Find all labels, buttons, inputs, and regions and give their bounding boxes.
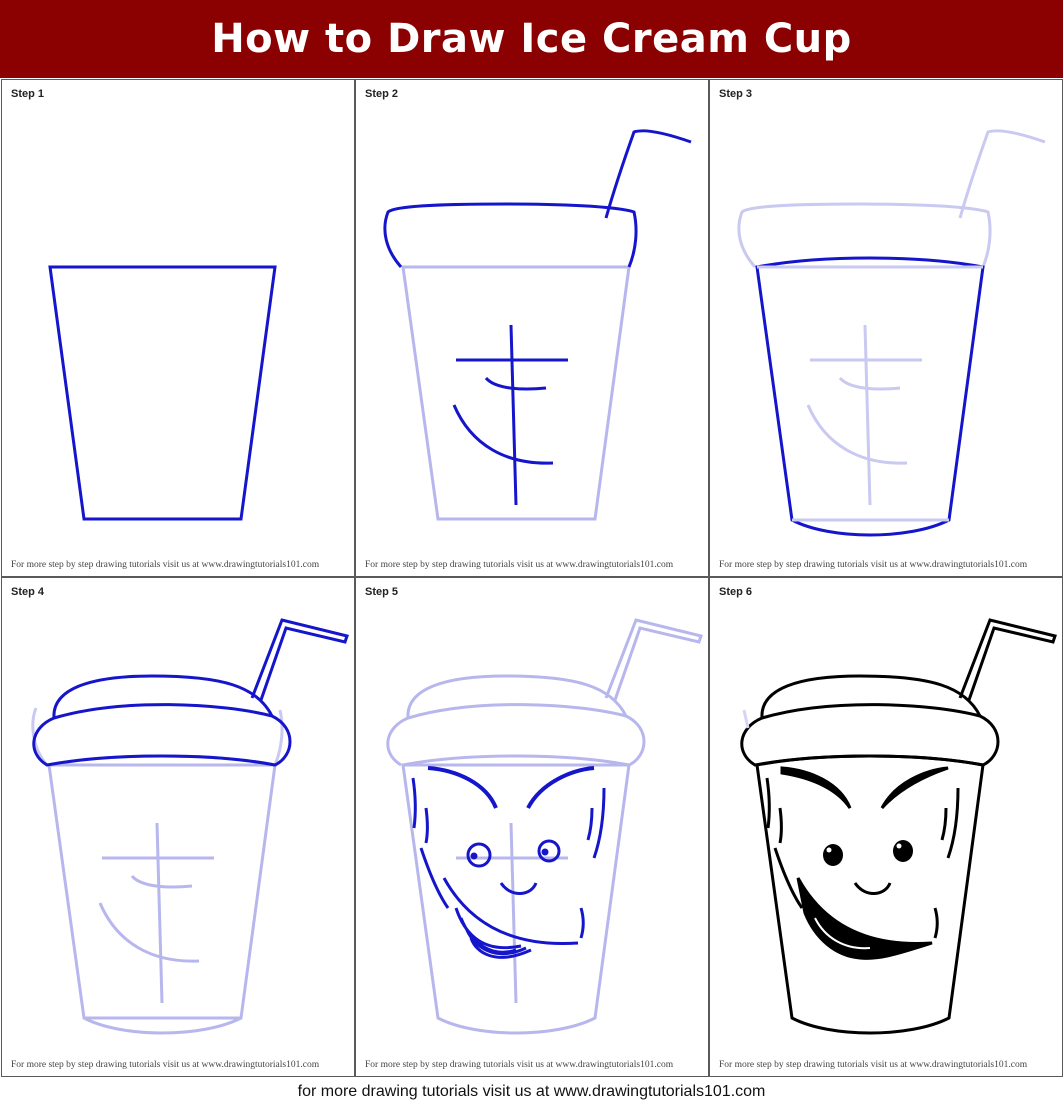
mouth-curve [442,877,579,946]
credit-text: For more step by step drawing tutorials … [719,1060,1028,1070]
right-eye [893,840,913,862]
step-1-drawing [48,265,277,521]
left-pupil [470,852,478,860]
right-cheek-lines [586,787,606,859]
step-3-drawing [737,129,1046,537]
step-panel-5: Step 5 For more step by step drawing tut… [355,577,709,1077]
step-panel-1: Step 1 For more step by step drawing tut… [1,79,355,577]
credit-text: For more step by step drawing tutorials … [719,560,1028,570]
steps-grid: Step 1 For more step by step drawing tut… [0,78,1063,1078]
right-pupil [541,848,549,856]
left-eye-highlight [826,847,832,853]
footer-text: for more drawing tutorials visit us at w… [297,1083,766,1100]
mouth [796,877,933,960]
lid-outline [383,202,638,268]
face-guides [806,324,922,506]
page-header: How to Draw Ice Cream Cup [0,0,1063,78]
left-cheek-lines [765,777,783,844]
nose [853,882,892,895]
face-vertical-guide [509,324,518,506]
straw-outline [958,618,1057,701]
left-cheek-lines [411,777,429,844]
credit-text: For more step by step drawing tutorials … [11,1060,320,1070]
step-panel-4: Step 4 For more step by step drawing tut… [1,577,355,1077]
right-eye-highlight [896,843,902,849]
nose-line-guide [484,376,547,391]
credit-text: For more step by step drawing tutorials … [365,560,674,570]
lid-guide [386,674,646,767]
straw-guide [958,129,1046,219]
straw-guide [604,618,703,701]
nose [499,882,538,895]
cup-body-outline [48,265,277,521]
chin-lines [773,847,939,939]
step-4-drawing [31,618,349,1035]
right-eyebrow [526,766,595,809]
step-5-drawing [386,618,703,1035]
lid-brim-outline [32,703,292,767]
guide-remnant [742,709,750,729]
mouth-lines [454,907,532,959]
straw-outline [250,618,349,701]
right-eyebrow [880,766,949,810]
page-title: How to Draw Ice Cream Cup [211,16,852,62]
lid-brim-outline [740,703,1000,767]
face-guides [98,822,214,1004]
right-cheek-lines [940,787,960,859]
mouth-guide [452,404,554,465]
step-panel-6: Step 6 For more step by step drawing tut… [709,577,1063,1077]
credit-text: For more step by step drawing tutorials … [365,1060,674,1070]
left-eyebrow [427,766,498,809]
left-eyebrow [780,766,852,809]
left-eye [823,844,843,866]
step-panel-2: Step 2 For more step by step drawing tut… [355,79,709,577]
credit-text: For more step by step drawing tutorials … [11,560,320,570]
straw-guide [604,129,692,219]
step-6-drawing [740,618,1057,1035]
step-2-drawing [383,129,692,521]
chin-lines [419,847,585,939]
step-panel-3: Step 3 For more step by step drawing tut… [709,79,1063,577]
